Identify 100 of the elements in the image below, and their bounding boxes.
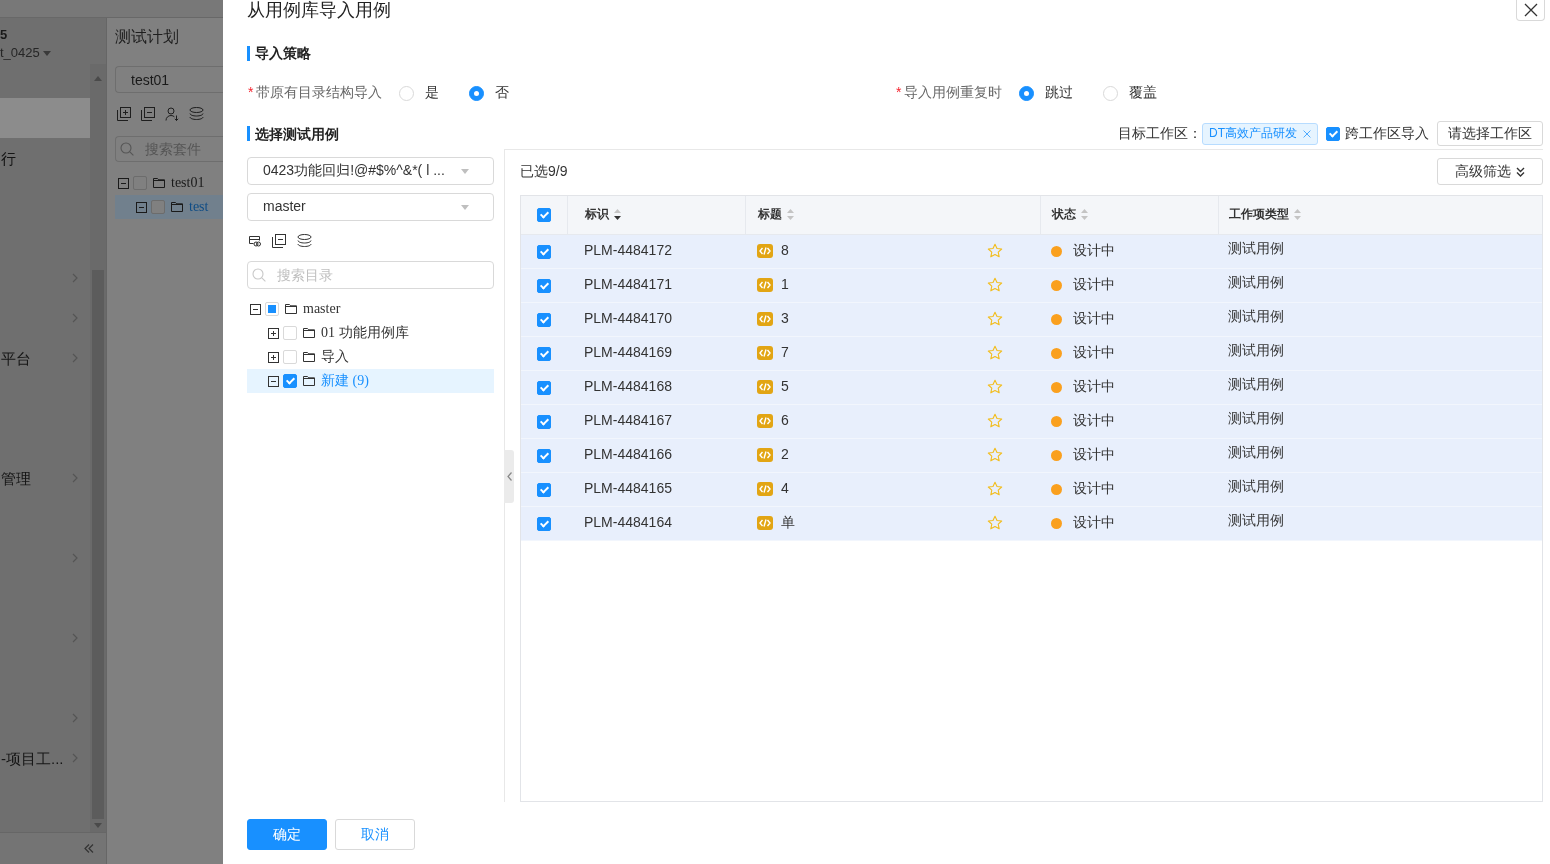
chevron-right-icon[interactable] <box>72 633 78 643</box>
repository-select[interactable]: 0423功能回归!@#$%^&*( l ... <box>247 157 494 185</box>
tree-item[interactable]: 导入 <box>247 345 494 369</box>
checkbox[interactable] <box>537 380 551 395</box>
close-icon[interactable] <box>1303 129 1311 138</box>
tray-link-icon[interactable] <box>249 235 261 247</box>
checkbox[interactable] <box>536 208 551 223</box>
title-text: 4 <box>781 479 790 499</box>
minus-square-icon[interactable] <box>272 234 286 248</box>
code-icon <box>757 244 773 258</box>
column-header[interactable]: 标题 <box>757 206 794 224</box>
caret-down-icon[interactable] <box>461 204 469 210</box>
table-cell: 测试用例 <box>1218 506 1542 540</box>
chevron-right-icon[interactable] <box>72 353 78 363</box>
checkbox[interactable] <box>537 482 551 497</box>
caret-down-icon[interactable] <box>42 50 51 56</box>
caret-down-icon[interactable] <box>94 823 102 828</box>
checkbox[interactable] <box>283 374 297 388</box>
checkbox[interactable] <box>537 278 551 293</box>
column-header[interactable]: 标识 <box>584 206 621 224</box>
layers-icon[interactable] <box>297 234 312 248</box>
double-chevron-left-icon[interactable] <box>84 844 94 853</box>
table-row[interactable]: PLM-4484170 3 设计中 测试用例 <box>521 302 1542 336</box>
close-button[interactable] <box>1516 0 1545 21</box>
collapse-handle[interactable] <box>504 449 514 503</box>
checkbox[interactable] <box>537 516 551 531</box>
minus-square-icon[interactable] <box>250 303 261 315</box>
star-icon[interactable] <box>987 515 1003 531</box>
star-icon[interactable] <box>987 379 1003 395</box>
status-text: 设计中 <box>1073 377 1115 397</box>
select-workspace-button[interactable]: 请选择工作区 <box>1437 121 1543 146</box>
table-cell: 测试用例 <box>1218 302 1542 336</box>
table-row[interactable]: PLM-4484171 1 设计中 测试用例 <box>521 268 1542 302</box>
required-mark: * <box>896 83 902 103</box>
star-icon[interactable] <box>987 277 1003 293</box>
checkbox[interactable] <box>151 200 165 214</box>
checkbox[interactable] <box>537 346 551 361</box>
folder-icon <box>303 352 315 362</box>
minus-square-icon[interactable] <box>268 375 279 387</box>
tree-item[interactable]: 01 功能用例库 <box>247 321 494 345</box>
required-mark: * <box>248 83 254 103</box>
radio-label[interactable]: 是 <box>425 83 440 103</box>
chevron-right-icon[interactable] <box>72 313 78 323</box>
chevron-right-icon[interactable] <box>72 713 78 723</box>
table-row[interactable]: PLM-4484168 5 设计中 测试用例 <box>521 370 1542 404</box>
table-row[interactable]: PLM-4484172 8 设计中 测试用例 <box>521 234 1542 268</box>
checkbox[interactable] <box>1326 126 1340 141</box>
star-icon[interactable] <box>987 413 1003 429</box>
folder-icon <box>303 328 315 338</box>
filter-button[interactable]: 高级筛选 <box>1437 158 1543 185</box>
caret-up-icon[interactable] <box>94 76 102 81</box>
table-row[interactable]: PLM-4484169 7 设计中 测试用例 <box>521 336 1542 370</box>
star-icon[interactable] <box>987 345 1003 361</box>
plus-square-icon[interactable] <box>268 327 279 339</box>
radio-label[interactable]: 否 <box>495 83 510 103</box>
folder-icon <box>303 376 315 386</box>
table-cell: PLM-4484168 <box>567 370 745 404</box>
table-row[interactable]: PLM-4484167 6 设计中 测试用例 <box>521 404 1542 438</box>
checkbox[interactable] <box>537 414 551 429</box>
checkbox[interactable] <box>537 448 551 463</box>
selection-count: 已选9/9 <box>520 161 568 181</box>
chevron-right-icon[interactable] <box>72 273 78 283</box>
radio-label[interactable]: 覆盖 <box>1129 83 1158 103</box>
checkbox[interactable] <box>537 312 551 327</box>
code-icon <box>757 448 773 462</box>
star-icon[interactable] <box>987 311 1003 327</box>
status-text: 设计中 <box>1073 479 1115 499</box>
radio-button[interactable] <box>469 85 485 101</box>
star-icon[interactable] <box>987 447 1003 463</box>
code-icon <box>757 516 773 530</box>
column-header[interactable]: 工作项类型 <box>1228 206 1301 224</box>
chevron-right-icon[interactable] <box>72 473 78 483</box>
tree-item[interactable]: master <box>247 297 494 321</box>
table-cell: 测试用例 <box>1218 438 1542 472</box>
table-row[interactable]: PLM-4484165 4 设计中 测试用例 <box>521 472 1542 506</box>
radio-label[interactable]: 跳过 <box>1045 83 1074 103</box>
table-row[interactable]: PLM-4484164 单 设计中 测试用例 <box>521 506 1542 540</box>
checkbox-label[interactable]: 跨工作区导入 <box>1345 123 1429 144</box>
column-header[interactable]: 状态 <box>1051 206 1088 224</box>
caret-down-icon[interactable] <box>461 168 469 174</box>
plan-field[interactable]: test01 <box>115 66 223 93</box>
table-cell: PLM-4484170 <box>567 302 745 336</box>
tree-item[interactable]: test01 <box>115 171 223 195</box>
chevron-left-icon[interactable] <box>506 471 512 481</box>
star-icon[interactable] <box>987 481 1003 497</box>
title-text: 7 <box>781 343 790 363</box>
branch-select[interactable]: master <box>247 193 494 221</box>
table-cell: 测试用例 <box>1218 370 1542 404</box>
star-icon[interactable] <box>987 243 1003 259</box>
layers-icon[interactable] <box>189 106 204 121</box>
table-row[interactable]: PLM-4484166 2 设计中 测试用例 <box>521 438 1542 472</box>
chevron-right-icon[interactable] <box>72 553 78 563</box>
chevron-right-icon[interactable] <box>72 753 78 763</box>
radio-button[interactable] <box>1019 85 1035 101</box>
user-icon[interactable] <box>165 106 179 121</box>
sort-icon[interactable] <box>613 209 621 221</box>
checkbox[interactable] <box>537 244 551 259</box>
status-text: 设计中 <box>1073 513 1115 533</box>
close-icon <box>1523 3 1538 17</box>
plus-square-icon[interactable] <box>268 351 279 363</box>
